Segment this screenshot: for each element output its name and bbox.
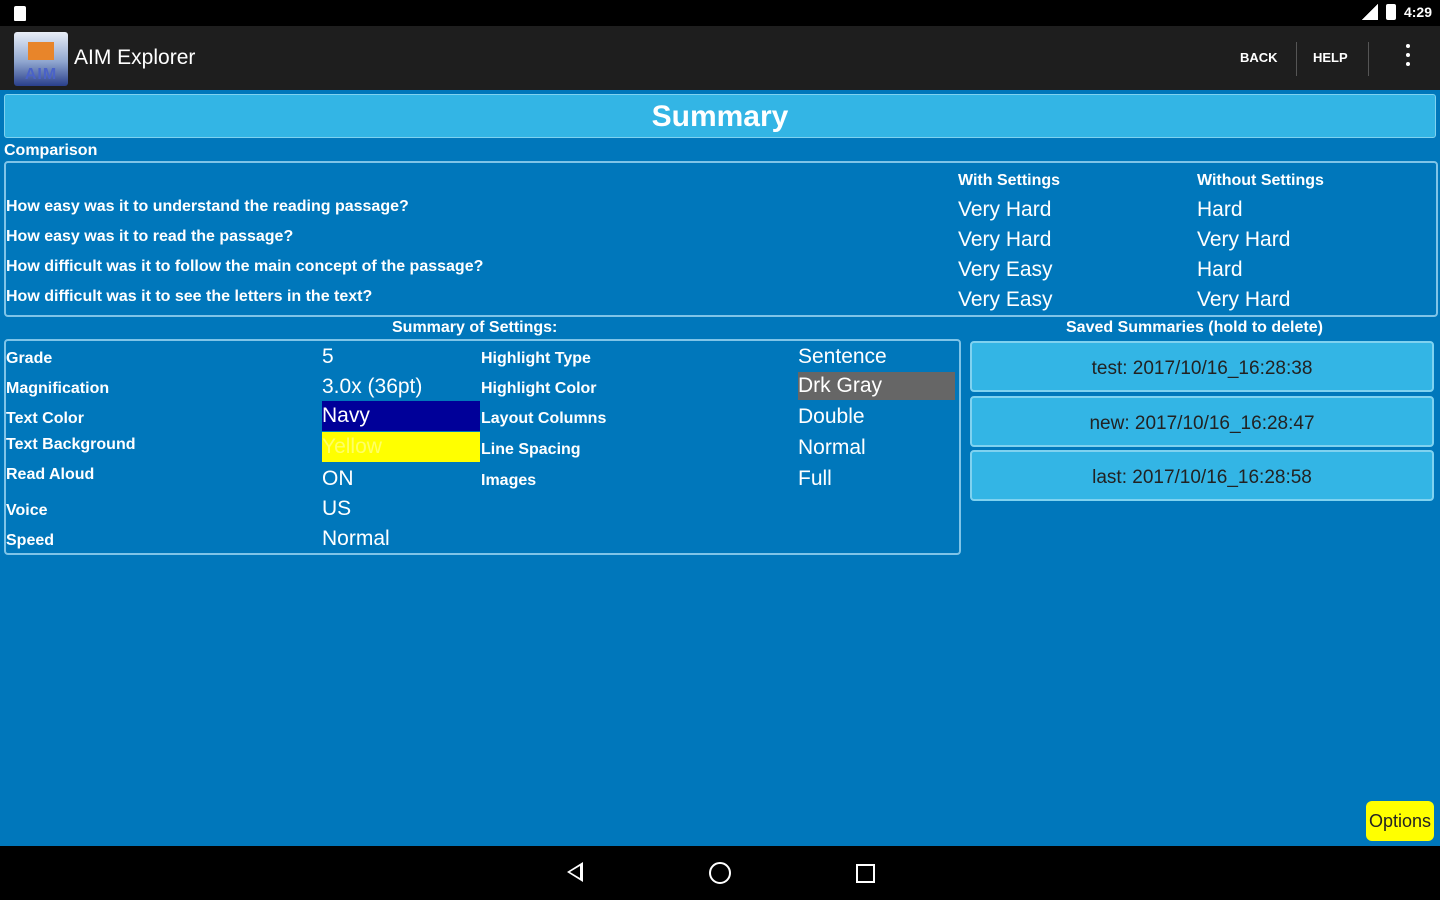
col-without-settings: Without Settings (1197, 172, 1324, 189)
highlight-color-swatch: Drk Gray (798, 372, 955, 400)
setting-label: Voice (6, 502, 48, 519)
setting-value: 5 (322, 345, 334, 368)
battery-icon (1385, 4, 1396, 20)
setting-value: Sentence (798, 345, 887, 368)
sd-card-icon (14, 6, 26, 21)
setting-value: Full (798, 467, 832, 490)
options-button[interactable]: Options (1366, 801, 1434, 841)
answer-with: Very Easy (958, 258, 1053, 281)
signal-icon (1361, 4, 1378, 20)
app-logo: AIM (14, 32, 68, 86)
setting-value: Normal (798, 436, 866, 459)
text-color-swatch: Navy (322, 401, 480, 431)
answer-with: Very Hard (958, 198, 1052, 221)
answer-without: Hard (1197, 198, 1243, 221)
text-background-swatch: Yellow (322, 432, 480, 462)
answer-without: Very Hard (1197, 228, 1291, 251)
help-button[interactable]: HELP (1313, 50, 1348, 65)
setting-label: Read Aloud (6, 466, 95, 483)
setting-label: Highlight Color (481, 380, 597, 397)
setting-value: ON (322, 467, 354, 490)
setting-label: Text Color (6, 410, 84, 427)
answer-with: Very Easy (958, 288, 1053, 311)
question-text: How easy was it to understand the readin… (6, 198, 409, 215)
setting-value: Normal (322, 527, 390, 550)
setting-label: Grade (6, 350, 53, 367)
setting-label: Images (481, 472, 537, 489)
status-bar: 4:29 (0, 0, 1440, 26)
setting-label: Layout Columns (481, 410, 607, 427)
setting-value: Double (798, 405, 865, 428)
action-bar: AIM AIM Explorer BACK HELP (0, 26, 1440, 90)
saved-summary-button[interactable]: new: 2017/10/16_16:28:47 (970, 396, 1434, 447)
setting-label: Highlight Type (481, 350, 591, 367)
settings-label: Summary of Settings: (392, 319, 558, 336)
back-button[interactable]: BACK (1240, 50, 1278, 65)
col-with-settings: With Settings (958, 172, 1061, 189)
setting-label: Magnification (6, 380, 110, 397)
setting-value: US (322, 497, 352, 520)
book-icon (28, 42, 54, 60)
home-circle-icon[interactable] (709, 862, 731, 884)
setting-label: Line Spacing (481, 441, 581, 458)
saved-summary-button[interactable]: test: 2017/10/16_16:28:38 (970, 341, 1434, 392)
action-divider (1368, 42, 1369, 76)
setting-label: Speed (6, 532, 55, 549)
app-title: AIM Explorer (74, 46, 196, 69)
question-text: How easy was it to read the passage? (6, 228, 294, 245)
saved-summaries-label: Saved Summaries (hold to delete) (1066, 319, 1323, 336)
page-title-bar: Summary (4, 94, 1436, 138)
comparison-label: Comparison (4, 142, 98, 159)
page-title: Summary (651, 100, 789, 133)
answer-without: Hard (1197, 258, 1243, 281)
answer-without: Very Hard (1197, 288, 1291, 311)
setting-value: 3.0x (36pt) (322, 375, 423, 398)
status-time: 4:29 (1403, 4, 1432, 20)
action-divider (1296, 42, 1297, 76)
answer-with: Very Hard (958, 228, 1052, 251)
overflow-menu-icon[interactable] (1406, 44, 1410, 66)
setting-label: Text Background (6, 436, 136, 453)
logo-text: AIM (24, 66, 58, 83)
saved-summary-button[interactable]: last: 2017/10/16_16:28:58 (970, 450, 1434, 501)
back-triangle-icon[interactable] (567, 862, 583, 882)
question-text: How difficult was it to see the letters … (6, 288, 373, 305)
recents-square-icon[interactable] (856, 864, 875, 883)
question-text: How difficult was it to follow the main … (6, 258, 484, 275)
